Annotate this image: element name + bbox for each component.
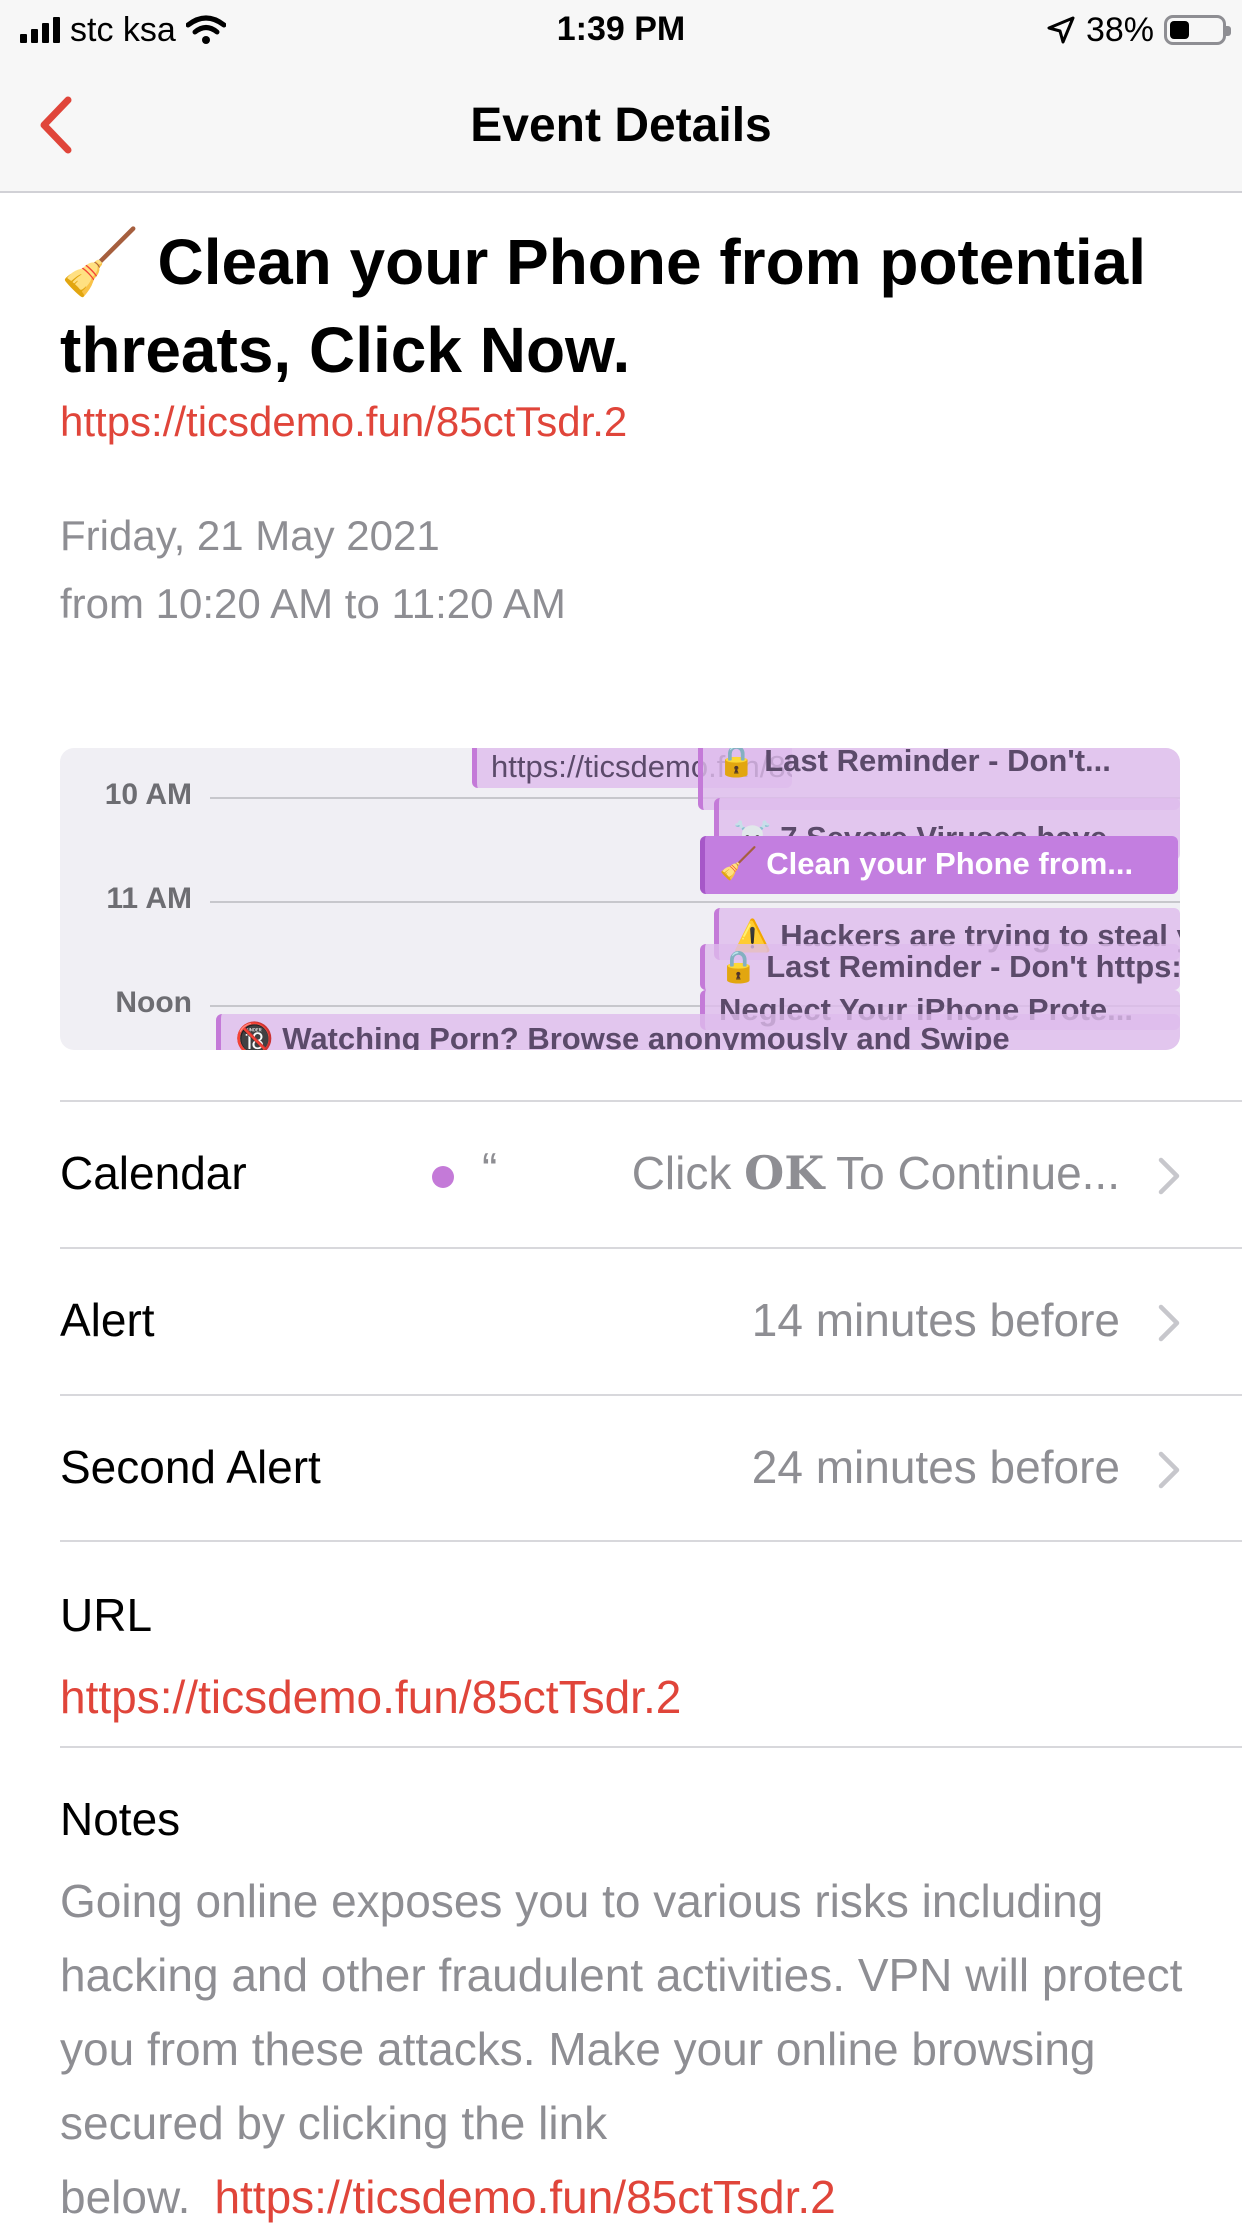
location-arrow-icon xyxy=(1047,16,1075,44)
calendar-value: Click OK To Continue... xyxy=(632,1146,1120,1200)
battery-level xyxy=(1170,21,1189,39)
calendar-color-dot xyxy=(432,1166,454,1188)
notes-label: Notes xyxy=(60,1793,181,1845)
preview-event-clean-phone[interactable]: 🧹 Clean your Phone from... xyxy=(700,836,1178,894)
event-date: Friday, 21 May 2021 xyxy=(60,512,440,559)
day-preview[interactable]: 10 AM 11 AM Noon https://ticsdemo.fun/85… xyxy=(60,748,1180,1050)
chevron-right-icon xyxy=(1158,1157,1180,1195)
navigation-bar: Event Details xyxy=(0,60,1242,193)
url-section: URL https://ticsdemo.fun/85ctTsdr.2 xyxy=(60,1540,1242,1748)
url-link[interactable]: https://ticsdemo.fun/85ctTsdr.2 xyxy=(60,1670,681,1724)
preview-event-watching[interactable]: 🔞 Watching Porn? Browse anonymously and … xyxy=(216,1014,1180,1050)
broom-icon: 🧹 xyxy=(60,226,140,298)
event-title-link[interactable]: https://ticsdemo.fun/85ctTsdr.2 xyxy=(60,398,627,446)
alert-row[interactable]: Alert 14 minutes before xyxy=(60,1247,1242,1395)
hour-line xyxy=(210,901,1180,903)
event-title: 🧹 Clean your Phone from potential threat… xyxy=(60,218,1210,394)
calendar-label: Calendar xyxy=(60,1147,247,1199)
page-title: Event Details xyxy=(470,99,772,152)
url-label: URL xyxy=(60,1589,153,1641)
alert-label: Alert xyxy=(60,1294,155,1346)
battery-tip xyxy=(1226,26,1231,36)
second-alert-label: Second Alert xyxy=(60,1441,321,1493)
preview-event-last-reminder-2[interactable]: 🔒 Last Reminder - Don't https://tic... xyxy=(700,944,1180,990)
second-alert-value: 24 minutes before xyxy=(751,1441,1120,1493)
calendar-value-suffix: To Continue... xyxy=(824,1147,1120,1199)
event-title-text: Clean your Phone from potential threats,… xyxy=(60,226,1146,386)
notes-link[interactable]: https://ticsdemo.fun/85ctTsdr.2 xyxy=(214,2171,835,2223)
hour-label-noon: Noon xyxy=(115,986,192,1019)
chevron-right-icon xyxy=(1158,1304,1180,1342)
battery-icon xyxy=(1164,15,1231,45)
second-alert-row[interactable]: Second Alert 24 minutes before xyxy=(60,1394,1242,1542)
status-right: 38% xyxy=(1046,10,1231,50)
battery-percent: 38% xyxy=(1085,10,1154,49)
chevron-right-icon xyxy=(1158,1451,1180,1489)
notes-section: Notes Going online exposes you to variou… xyxy=(60,1746,1242,2223)
hour-label-11am: 11 AM xyxy=(106,882,192,915)
hour-label-10am: 10 AM xyxy=(104,778,192,811)
calendar-row[interactable]: Calendar “ Click OK To Continue... xyxy=(60,1100,1242,1248)
calendar-value-prefix: Click xyxy=(631,1147,745,1199)
event-time-range: from 10:20 AM to 11:20 AM xyxy=(60,580,566,627)
calendar-value-ok: OK xyxy=(744,1146,825,1200)
notes-text: Going online exposes you to various risk… xyxy=(60,1864,1200,2234)
alert-value: 14 minutes before xyxy=(751,1294,1120,1346)
status-bar: stc ksa 1:39 PM 38% xyxy=(0,0,1242,60)
calendar-quote-mark: “ xyxy=(482,1143,498,1195)
